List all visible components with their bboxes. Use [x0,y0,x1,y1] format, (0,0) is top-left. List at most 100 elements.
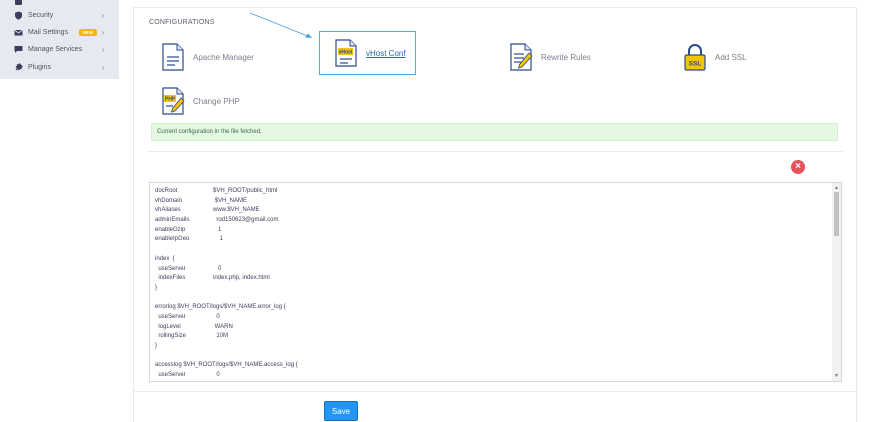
divider [147,151,843,152]
code-key: useServer [155,372,186,379]
code-value: index.php, index.html [213,275,270,282]
config-add-ssl[interactable]: SSL Add SSL [683,43,747,71]
sidebar-item-label: Security [28,12,54,19]
code-value: 0 [213,265,222,272]
code-value: 0 [213,372,220,379]
divider [133,391,857,392]
chevron-right-icon: › [101,28,105,37]
shield-icon [14,11,23,20]
code-line: index { [155,255,298,265]
sidebar-item-label: Plugins [28,64,51,71]
code-line [155,352,298,362]
sidebar-item-label: Mail Settings [28,29,69,36]
code-key: enableIpGeo [155,236,190,243]
code-key: rollingSize [155,333,187,340]
code-key: errorlog $VH_ROOT/logs/$VH_NAME.error_lo… [155,304,286,311]
plug-icon [14,63,23,72]
code-key: useServer [155,313,186,320]
code-key [155,245,213,255]
code-value: $VH_NAME [213,197,248,204]
sidebar-item-security[interactable]: Security › [0,7,119,24]
config-label: Change PHP [193,96,240,106]
config-editor[interactable]: docRoot $VH_ROOT/public_html vhDomain $VH_… [149,182,842,382]
chat-icon [14,45,23,54]
config-label: Rewrite Rules [541,52,591,62]
vhost-file-icon: vHost [335,39,357,67]
code-value: WARN [213,323,233,330]
new-badge: NEW [78,29,97,36]
code-key: index { [155,255,175,262]
configurations-title: CONFIGURATIONS [149,19,215,26]
chevron-right-icon: › [101,45,105,54]
sidebar-item-plugins[interactable]: Plugins › [0,59,119,76]
code-key: indexFiles [155,275,186,282]
code-line: logLevel WARN [155,323,298,333]
config-rewrite-rules[interactable]: Rewrite Rules [509,43,591,71]
dns-icon [14,0,23,6]
code-line: accesslog $VH_ROOT/logs/$VH_NAME.access_… [155,361,298,371]
editor-scrollbar[interactable]: ▲ ▼ [832,183,841,381]
close-icon: × [795,161,801,172]
config-label: Apache Manager [193,52,254,62]
code-key: vhAliases [155,207,181,214]
code-line: vhAliases www.$VH_NAME [155,206,298,216]
mail-icon [14,28,23,37]
sidebar-item-mail-settings[interactable]: Mail Settings NEW › [0,24,119,41]
code-line: useServer 0 [155,371,298,381]
code-key: adminEmails [155,217,190,224]
code-line: useServer 0 [155,265,298,275]
code-value: rod150623@gmail.com [213,217,279,224]
code-line: useServer 0 [155,313,298,323]
code-line: indexFiles index.php, index.html [155,274,298,284]
code-key [155,294,213,304]
code-line: } [155,284,298,294]
success-alert: Current configuration in the file fetche… [151,123,838,141]
code-value: 1 [213,236,224,243]
code-line: rollingSize 10M [155,332,298,342]
code-line: } [155,342,298,352]
config-apache-manager[interactable]: Apache Manager [161,43,254,71]
code-line: enableIpGeo 1 [155,235,298,245]
code-value: www.$VH_NAME [213,207,260,214]
code-line: enableGzip 1 [155,226,298,236]
php-file-icon: PHP [162,87,185,115]
code-key: accesslog $VH_ROOT/logs/$VH_NAME.access_… [155,362,298,369]
ssl-lock-icon: SSL [684,44,706,71]
svg-text:SSL: SSL [689,61,702,68]
code-key: } [155,343,158,349]
code-value: 0 [213,313,220,320]
svg-text:PHP: PHP [165,97,176,103]
code-key: enableGzip [155,226,186,233]
code-key: vhDomain [155,197,183,204]
code-value: $VH_ROOT/public_html [213,188,278,194]
scroll-thumb[interactable] [834,192,839,236]
alert-text: Current configuration in the file fetche… [157,129,262,135]
code-key: useServer [155,265,186,272]
scroll-up-icon[interactable]: ▲ [834,185,839,191]
code-line [155,245,298,255]
config-change-php[interactable]: PHP Change PHP [161,87,240,115]
config-label: Add SSL [715,52,747,62]
code-line: vhDomain $VH_NAME [155,197,298,207]
chevron-right-icon: › [101,11,105,20]
apache-file-icon [162,43,184,71]
code-key [155,352,213,362]
code-line: errorlog $VH_ROOT/logs/$VH_NAME.error_lo… [155,303,298,313]
svg-text:vHost: vHost [339,50,353,56]
rewrite-file-icon [510,43,533,71]
config-vhost-conf[interactable]: vHost vHost Conf [319,31,416,75]
close-editor-button[interactable]: × [791,160,805,174]
chevron-right-icon: › [101,63,105,72]
scroll-down-icon[interactable]: ▼ [834,373,839,379]
sidebar-item-manage-services[interactable]: Manage Services › [0,41,119,58]
code-line: docRoot $VH_ROOT/public_html [155,187,298,197]
code-value: 1 [213,226,222,233]
code-key: docRoot [155,188,178,194]
config-editor-content: docRoot $VH_ROOT/public_html vhDomain $VH_… [155,187,298,381]
code-key: } [155,284,158,291]
pointer-arrow-icon [249,12,312,38]
code-value: 10M [213,333,229,340]
save-button[interactable]: Save [324,401,358,421]
page: Security › Mail Settings NEW › Manage Se… [0,0,870,422]
config-label: vHost Conf [366,48,406,58]
